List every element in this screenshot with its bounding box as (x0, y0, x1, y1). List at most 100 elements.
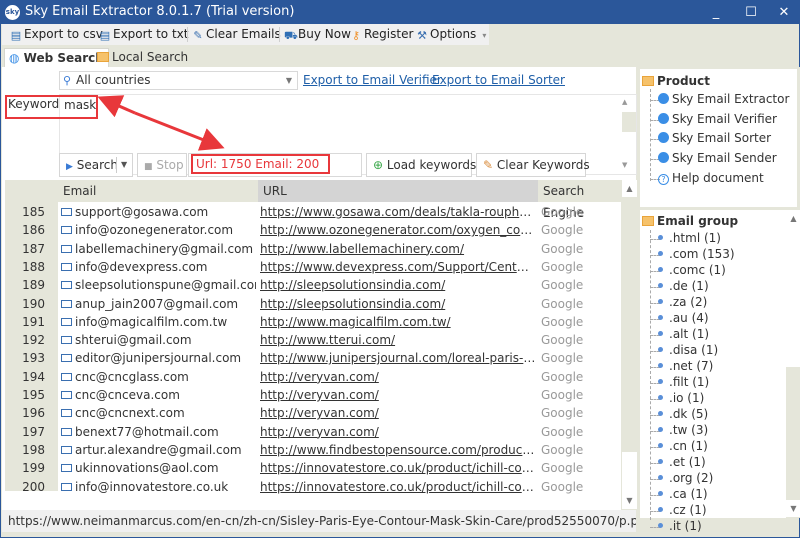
url-link[interactable]: https://innovatestore.co.uk/product/ichi… (260, 478, 536, 496)
email-group-item[interactable]: .tw (3) (654, 423, 708, 437)
wrench-icon: ⚒ (417, 29, 427, 42)
tab-local-search[interactable]: Local Search (93, 48, 192, 67)
bullet-icon (658, 507, 663, 512)
email-group-item[interactable]: .html (1) (654, 231, 721, 245)
help-icon: ? (658, 173, 669, 185)
url-link[interactable]: https://innovatestore.co.uk/product/ichi… (260, 459, 536, 477)
minimize-button[interactable]: _ (701, 3, 731, 23)
register-button[interactable]: ⚷ Register (350, 26, 413, 43)
close-button[interactable]: ✕ (769, 3, 799, 23)
bullet-icon (658, 427, 663, 432)
url-link[interactable]: http://www.labellemachinery.com/ (260, 240, 536, 258)
email-group-item[interactable]: .it (1) (654, 519, 702, 533)
table-row[interactable]: 188 info@devexpress.com https://www.devexp… (5, 258, 621, 276)
product-item[interactable]: Sky Email Sorter (658, 131, 771, 145)
table-row[interactable]: 185 support@gosawa.com https://www.gosawa.… (5, 203, 621, 221)
export-email-verifier-link[interactable]: Export to Email Verifier (303, 73, 442, 87)
table-row[interactable]: 190 anup_jain2007@gmail.com http://sleepso… (5, 295, 621, 313)
table-row[interactable]: 197 benext77@hotmail.com http://veryvan.co… (5, 423, 621, 441)
email-group-item[interactable]: .de (1) (654, 279, 709, 293)
email-group-item[interactable]: .dk (5) (654, 407, 708, 421)
keyword-scrollbar[interactable]: ▲ ▼ (620, 95, 636, 174)
country-select[interactable]: ⚲ All countries ▼ (59, 71, 298, 90)
email-cell: info@innovatestore.co.uk (61, 478, 256, 496)
url-link[interactable]: http://veryvan.com/ (260, 368, 536, 386)
column-header-email[interactable]: Email (58, 180, 258, 202)
email-group-scrollbar[interactable]: ▲ ▼ (786, 210, 800, 518)
email-group-item[interactable]: .io (1) (654, 391, 704, 405)
email-group-item[interactable]: .alt (1) (654, 327, 709, 341)
email-group-item[interactable]: .au (4) (654, 311, 709, 325)
scroll-up-icon[interactable]: ▲ (786, 210, 800, 227)
clear-keywords-button[interactable]: ✎ Clear Keywords (476, 153, 590, 177)
email-group-item[interactable]: .et (1) (654, 455, 706, 469)
table-row[interactable]: 187 labellemachinery@gmail.com http://www.… (5, 240, 621, 258)
email-group-item[interactable]: .za (2) (654, 295, 707, 309)
export-csv-button[interactable]: ▤ Export to csv (10, 26, 103, 43)
scroll-down-icon[interactable]: ▼ (622, 492, 637, 509)
product-item[interactable]: Sky Email Extractor (658, 92, 789, 106)
table-row[interactable]: 191 info@magicalfilm.com.tw http://www.mag… (5, 313, 621, 331)
table-row[interactable]: 199 ukinnovations@aol.com https://innovate… (5, 459, 621, 477)
scroll-up-icon[interactable]: ▲ (622, 180, 637, 197)
table-row[interactable]: 196 cnc@cncnext.com http://veryvan.com/Goo… (5, 404, 621, 422)
scroll-thumb[interactable] (622, 112, 636, 132)
scroll-up-icon[interactable]: ▲ (622, 98, 627, 106)
email-group-item[interactable]: .cn (1) (654, 439, 708, 453)
scroll-thumb[interactable] (622, 452, 637, 492)
email-group-item[interactable]: .cz (1) (654, 503, 707, 517)
search-button[interactable]: ▶ Search ▼ (59, 153, 133, 177)
export-txt-button[interactable]: ▤ Export to txt (99, 26, 189, 43)
table-row[interactable]: 193 editor@junipersjournal.com http://www.… (5, 349, 621, 367)
scroll-down-icon[interactable]: ▼ (622, 161, 627, 169)
table-row[interactable]: 194 cnc@cncglass.com http://veryvan.com/Go… (5, 368, 621, 386)
url-link[interactable]: http://www.ozonegenerator.com/oxygen_con… (260, 221, 536, 239)
product-item[interactable]: Sky Email Sender (658, 151, 777, 165)
email-group-item[interactable]: .com (153) (654, 247, 735, 261)
email-group-item[interactable]: .disa (1) (654, 343, 718, 357)
url-link[interactable]: http://www.findbestopensource.com/produc… (260, 441, 536, 459)
grid-scrollbar[interactable]: ▲ ▼ (621, 180, 637, 510)
url-link[interactable]: https://www.devexpress.com/Support/Cente… (260, 258, 536, 276)
email-group-item[interactable]: .ca (1) (654, 487, 708, 501)
product-item[interactable]: ? Help document (658, 171, 764, 185)
status-bar: https://www.neimanmarcus.com/en-cn/zh-cn… (2, 510, 636, 532)
column-header-search-engine[interactable]: Search Engine (538, 180, 621, 220)
search-engine-cell: Google (541, 205, 584, 219)
url-link[interactable]: http://sleepsolutionsindia.com/ (260, 276, 536, 294)
url-link[interactable]: http://www.magicalfilm.com.tw/ (260, 313, 536, 331)
url-link[interactable]: http://www.tterui.com/ (260, 331, 536, 349)
email-group-item[interactable]: .filt (1) (654, 375, 709, 389)
scroll-thumb[interactable] (786, 227, 800, 367)
load-keywords-button[interactable]: ⊕ Load keywords (366, 153, 476, 177)
url-link[interactable]: http://veryvan.com/ (260, 404, 536, 422)
stop-button[interactable]: ■ Stop (137, 153, 187, 177)
email-cell: shterui@gmail.com (61, 331, 256, 349)
url-link[interactable]: http://veryvan.com/ (260, 386, 536, 404)
buy-now-button[interactable]: ⛟Buy Now (284, 26, 351, 43)
options-button[interactable]: ⚒ Options ▾ (416, 26, 486, 43)
url-link[interactable]: http://sleepsolutionsindia.com/ (260, 295, 536, 313)
url-link[interactable]: http://www.junipersjournal.com/loreal-pa… (260, 349, 536, 367)
email-group-item[interactable]: .net (7) (654, 359, 713, 373)
email-cell: labellemachinery@gmail.com (61, 240, 256, 258)
table-row[interactable]: 200 info@innovatestore.co.uk https://innov… (5, 478, 621, 496)
scroll-down-icon[interactable]: ▼ (786, 500, 800, 517)
url-link[interactable]: https://www.gosawa.com/deals/takla-rouph… (260, 203, 536, 221)
search-dropdown-icon[interactable]: ▼ (121, 154, 127, 176)
table-row[interactable]: 192 shterui@gmail.com http://www.tterui.co… (5, 331, 621, 349)
export-email-sorter-link[interactable]: Export to Email Sorter (432, 73, 565, 87)
web-search-panel: ⚲ All countries ▼ Export to Email Verifi… (2, 67, 637, 518)
window-title: Sky Email Extractor 8.0.1.7 (Trial versi… (25, 4, 295, 19)
clear-emails-button[interactable]: ✎ Clear Emails (192, 26, 280, 43)
table-row[interactable]: 189 sleepsolutionspune@gmail.com http://sl… (5, 276, 621, 294)
column-header-url[interactable]: URL (258, 180, 538, 202)
email-group-item[interactable]: .comc (1) (654, 263, 726, 277)
product-item[interactable]: Sky Email Verifier (658, 112, 777, 126)
table-row[interactable]: 198 artur.alexandre@gmail.com http://www.f… (5, 441, 621, 459)
email-group-item[interactable]: .org (2) (654, 471, 713, 485)
maximize-button[interactable]: ☐ (736, 3, 766, 23)
table-row[interactable]: 186 info@ozonegenerator.com http://www.ozo… (5, 221, 621, 239)
url-link[interactable]: http://veryvan.com/ (260, 423, 536, 441)
table-row[interactable]: 195 cnc@cnceva.com http://veryvan.com/Goog… (5, 386, 621, 404)
